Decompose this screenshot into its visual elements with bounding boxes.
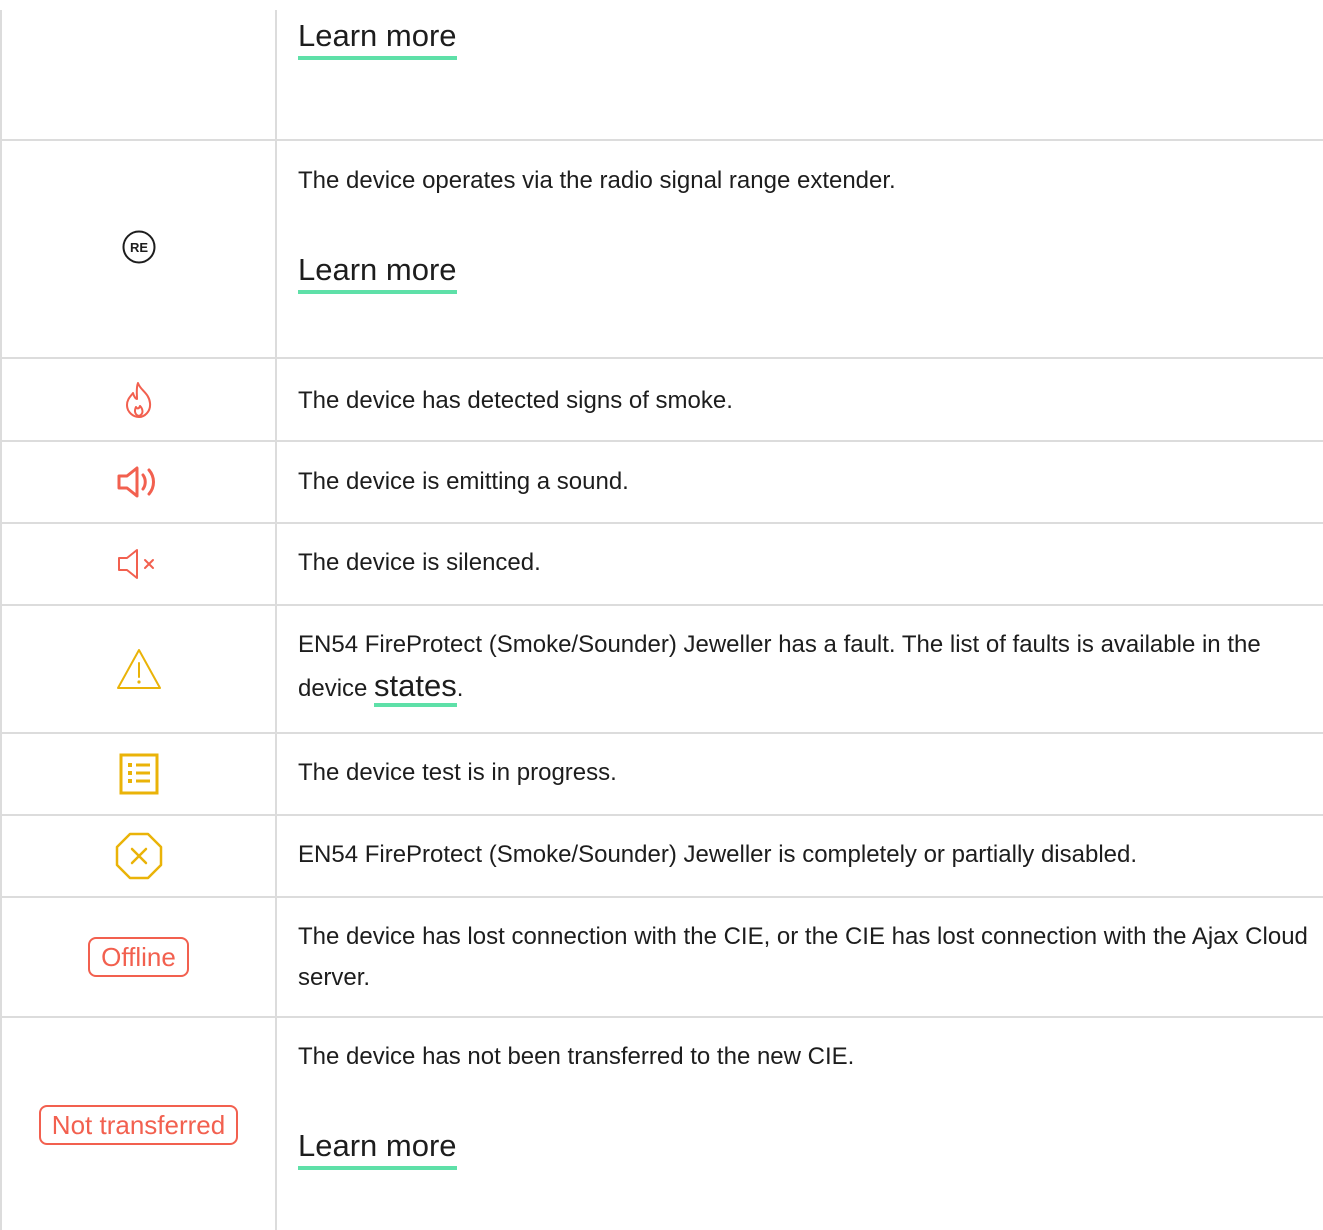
row-divider (0, 139, 1323, 141)
row-description: The device has lost connection with the … (298, 923, 1308, 991)
row-description: The device has detected signs of smoke. (298, 387, 733, 414)
re-badge-icon: RE (2, 222, 275, 272)
status-icons-table: Learn more RE The device operates via th… (0, 0, 1323, 1230)
row-description: The device test is in progress. (298, 759, 617, 786)
speaker-muted-icon (2, 524, 275, 604)
disabled-octagon-icon (2, 816, 275, 896)
not-transferred-badge: Not transferred (38, 1105, 239, 1145)
test-list-icon (2, 734, 275, 814)
row-description: The device has not been transferred to t… (298, 1043, 855, 1070)
row-description: EN54 FireProtect (Smoke/Sounder) Jewelle… (298, 841, 1138, 868)
speaker-sound-icon (2, 442, 275, 522)
table-column-divider (275, 10, 277, 1230)
fire-icon (2, 359, 275, 440)
learn-more-link[interactable]: Learn more (298, 16, 457, 60)
offline-badge: Offline (88, 937, 189, 977)
learn-more-link[interactable]: Learn more (298, 1126, 457, 1170)
row-description: EN54 FireProtect (Smoke/Sounder) Jewelle… (298, 624, 1308, 709)
learn-more-link[interactable]: Learn more (298, 250, 457, 294)
row-description: The device is silenced. (298, 549, 541, 576)
offline-badge-cell: Offline (2, 898, 275, 1016)
states-link[interactable]: states (374, 668, 457, 707)
svg-text:RE: RE (129, 240, 147, 255)
warning-triangle-icon (2, 606, 275, 732)
row-description: The device operates via the radio signal… (298, 167, 896, 194)
not-transferred-badge-cell: Not transferred (2, 1100, 275, 1150)
row-divider (0, 1016, 1323, 1018)
row-description: The device is emitting a sound. (298, 468, 629, 495)
